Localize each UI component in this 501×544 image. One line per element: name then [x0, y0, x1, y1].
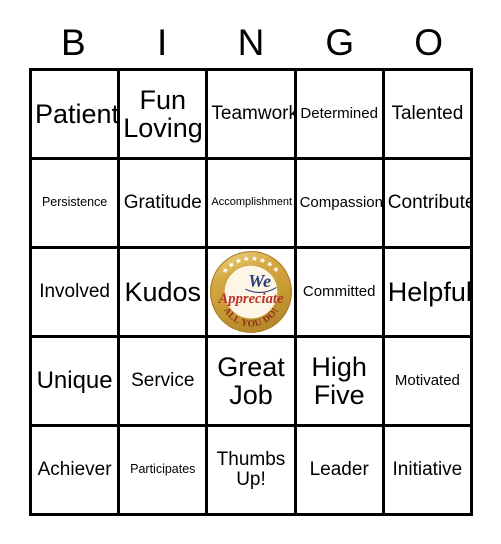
- bingo-cell[interactable]: Leader: [296, 427, 385, 516]
- bingo-header: B I N G O: [29, 18, 473, 66]
- bingo-cell-label: Participates: [130, 462, 196, 477]
- bingo-cell-label: Teamwork: [211, 103, 297, 125]
- bingo-cell[interactable]: Service: [120, 338, 209, 427]
- bingo-cell-label: Patient: [35, 98, 120, 129]
- bingo-cell[interactable]: Achiever: [32, 427, 121, 516]
- bingo-cell-label: Fun Loving: [123, 84, 203, 143]
- bingo-cell-label: Great Job: [217, 351, 285, 410]
- header-letter-n: N: [237, 21, 265, 63]
- header-letter-g: G: [325, 21, 355, 63]
- bingo-cell[interactable]: Patient: [32, 71, 121, 160]
- bingo-cell-label: Talented: [391, 103, 464, 125]
- header-letter-b: B: [61, 21, 86, 63]
- bingo-cell-label: Committed: [302, 283, 376, 301]
- bingo-cell-label: Involved: [39, 281, 110, 303]
- bingo-cell-label: Leader: [309, 459, 369, 481]
- bingo-cell[interactable]: Accomplishment: [208, 160, 297, 249]
- bingo-cell[interactable]: High Five: [296, 338, 385, 427]
- bingo-cell-label: Determined: [300, 105, 378, 123]
- bingo-cell-label: Unique: [36, 367, 113, 395]
- bingo-cell[interactable]: Compassion: [296, 160, 385, 249]
- bingo-cell[interactable]: Determined: [296, 71, 385, 160]
- bingo-cell-label: Contribute: [387, 192, 473, 214]
- bingo-cell-label: Accomplishment: [211, 196, 293, 209]
- bingo-cell-label: Motivated: [394, 372, 460, 390]
- bingo-cell[interactable]: Motivated: [384, 338, 473, 427]
- bingo-cell[interactable]: Involved: [32, 249, 121, 338]
- bingo-cell[interactable]: Teamwork: [208, 71, 297, 160]
- bingo-cell[interactable]: Participates: [120, 427, 209, 516]
- bingo-cell-label: High Five: [311, 351, 367, 410]
- header-letter-o: O: [414, 21, 443, 63]
- bingo-cell-label: Helpful: [387, 276, 472, 307]
- bingo-cell[interactable]: Great Job: [208, 338, 297, 427]
- header-letter-i: I: [157, 21, 168, 63]
- bingo-cell-label: Kudos: [124, 276, 202, 307]
- bingo-free-space-cell[interactable]: We Appreciate ALL YOU DO!: [208, 249, 297, 338]
- bingo-cell-label: Compassion: [299, 194, 383, 212]
- bingo-card: B I N G O Patient Fun Loving Teamwork Deter…: [0, 0, 501, 544]
- bingo-cell-label: Thumbs Up!: [216, 449, 286, 490]
- bingo-cell[interactable]: Helpful: [384, 249, 473, 338]
- bingo-cell[interactable]: Unique: [32, 338, 121, 427]
- bingo-cell-label: Persistence: [41, 195, 108, 210]
- bingo-cell[interactable]: Committed: [296, 249, 385, 338]
- bingo-cell[interactable]: Fun Loving: [120, 71, 209, 160]
- bingo-cell[interactable]: Gratitude: [120, 160, 209, 249]
- bingo-cell[interactable]: Kudos: [120, 249, 209, 338]
- bingo-cell[interactable]: Persistence: [32, 160, 121, 249]
- bingo-grid: Patient Fun Loving Teamwork Determined Talen…: [29, 68, 473, 516]
- bingo-cell-label: Service: [131, 370, 195, 392]
- we-appreciate-badge-icon: We Appreciate ALL YOU DO!: [208, 249, 293, 335]
- bingo-cell[interactable]: Thumbs Up!: [208, 427, 297, 516]
- bingo-cell[interactable]: Contribute: [384, 160, 473, 249]
- bingo-cell-label: Initiative: [392, 459, 463, 481]
- bingo-cell-label: Achiever: [37, 459, 112, 481]
- svg-text:Appreciate: Appreciate: [218, 291, 284, 307]
- bingo-cell[interactable]: Initiative: [384, 427, 473, 516]
- bingo-cell-label: Gratitude: [123, 192, 202, 214]
- svg-text:We: We: [248, 271, 271, 291]
- bingo-cell[interactable]: Talented: [384, 71, 473, 160]
